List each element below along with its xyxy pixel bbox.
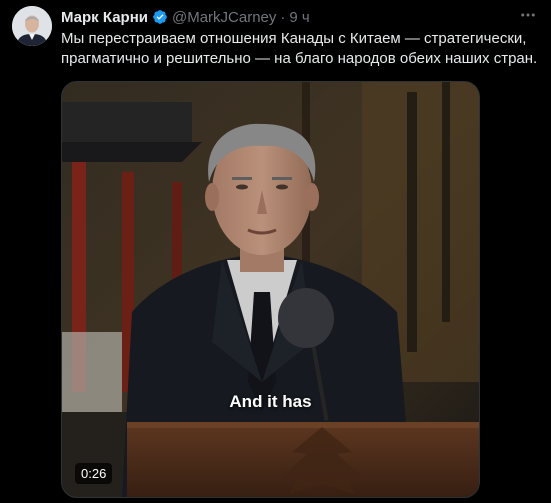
- video-frame: [62, 82, 479, 497]
- author-handle[interactable]: @MarkJCarney: [172, 9, 276, 26]
- tweet-card[interactable]: Марк Карни @MarkJCarney · 9 ч Мы перестр…: [0, 0, 551, 503]
- video-caption: And it has: [229, 392, 312, 411]
- video-player[interactable]: And it has 0:26: [61, 81, 480, 498]
- tweet-header: Марк Карни @MarkJCarney · 9 ч: [61, 7, 310, 27]
- more-button[interactable]: [515, 4, 541, 26]
- author-name[interactable]: Марк Карни: [61, 9, 148, 26]
- header-separator: ·: [280, 8, 286, 26]
- tweet-text: Мы перестраиваем отношения Канады с Кита…: [61, 30, 538, 67]
- verified-badge-icon: [153, 10, 167, 24]
- avatar[interactable]: [12, 6, 52, 46]
- video-duration: 0:26: [75, 463, 113, 484]
- more-icon: [521, 13, 535, 17]
- avatar-image: [12, 6, 52, 46]
- post-time[interactable]: 9 ч: [289, 9, 309, 26]
